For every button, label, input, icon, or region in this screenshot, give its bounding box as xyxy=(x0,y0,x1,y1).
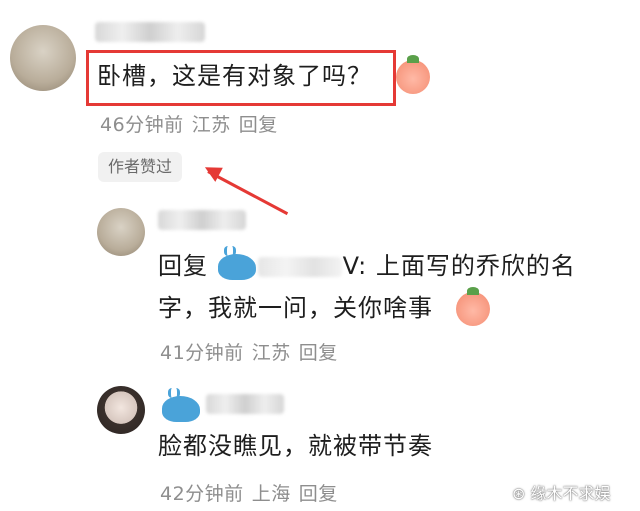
reply-button[interactable]: 回复 xyxy=(239,114,278,136)
comment-meta: 42分钟前 上海 回复 xyxy=(160,479,346,506)
comment-location: 江苏 xyxy=(191,114,231,136)
reply-comment-line1: 回复 V: 上面写的乔欣的名 xyxy=(158,246,576,284)
comment-location: 上海 xyxy=(251,483,291,505)
comment-meta: 41分钟前 江苏 回复 xyxy=(160,338,346,365)
reply-target-suffix: V: xyxy=(342,252,368,280)
username-blurred[interactable] xyxy=(158,210,246,230)
username-blurred[interactable] xyxy=(206,394,284,414)
comment-time: 41分钟前 xyxy=(160,342,244,364)
comment-text: 脸都没瞧见，就被带节奏 xyxy=(158,432,433,460)
reply-button[interactable]: 回复 xyxy=(299,342,338,364)
comment-meta: 46分钟前 江苏 回复 xyxy=(100,110,286,137)
reply-button[interactable]: 回复 xyxy=(299,483,338,505)
red-arrow-line xyxy=(207,170,289,216)
whale-icon xyxy=(162,388,200,422)
comment-text: 卧槽，这是有对象了吗？ xyxy=(97,62,372,90)
avatar[interactable] xyxy=(97,208,145,256)
watermark-logo-icon: ⊛ xyxy=(512,484,531,503)
watermark-text: 缘木不求娱 xyxy=(530,484,611,503)
comment-location: 江苏 xyxy=(251,342,291,364)
comment-time: 46分钟前 xyxy=(100,114,184,136)
peach-emoji-icon xyxy=(456,287,490,326)
author-liked-badge: 作者赞过 xyxy=(98,152,183,182)
username-blurred[interactable] xyxy=(95,22,205,42)
comment-time: 42分钟前 xyxy=(160,483,244,505)
watermark: ⊛ 缘木不求娱 xyxy=(512,480,611,504)
avatar[interactable] xyxy=(97,386,145,434)
reply-text-line1: 上面写的乔欣的名 xyxy=(375,252,576,280)
peach-emoji-icon xyxy=(396,55,430,94)
whale-icon xyxy=(218,246,256,280)
reply-comment-line2: 字，我就一问，关你啥事 xyxy=(158,294,433,322)
reply-target-blurred[interactable] xyxy=(258,257,342,277)
reply-prefix: 回复 xyxy=(158,252,208,280)
avatar[interactable] xyxy=(10,25,76,91)
